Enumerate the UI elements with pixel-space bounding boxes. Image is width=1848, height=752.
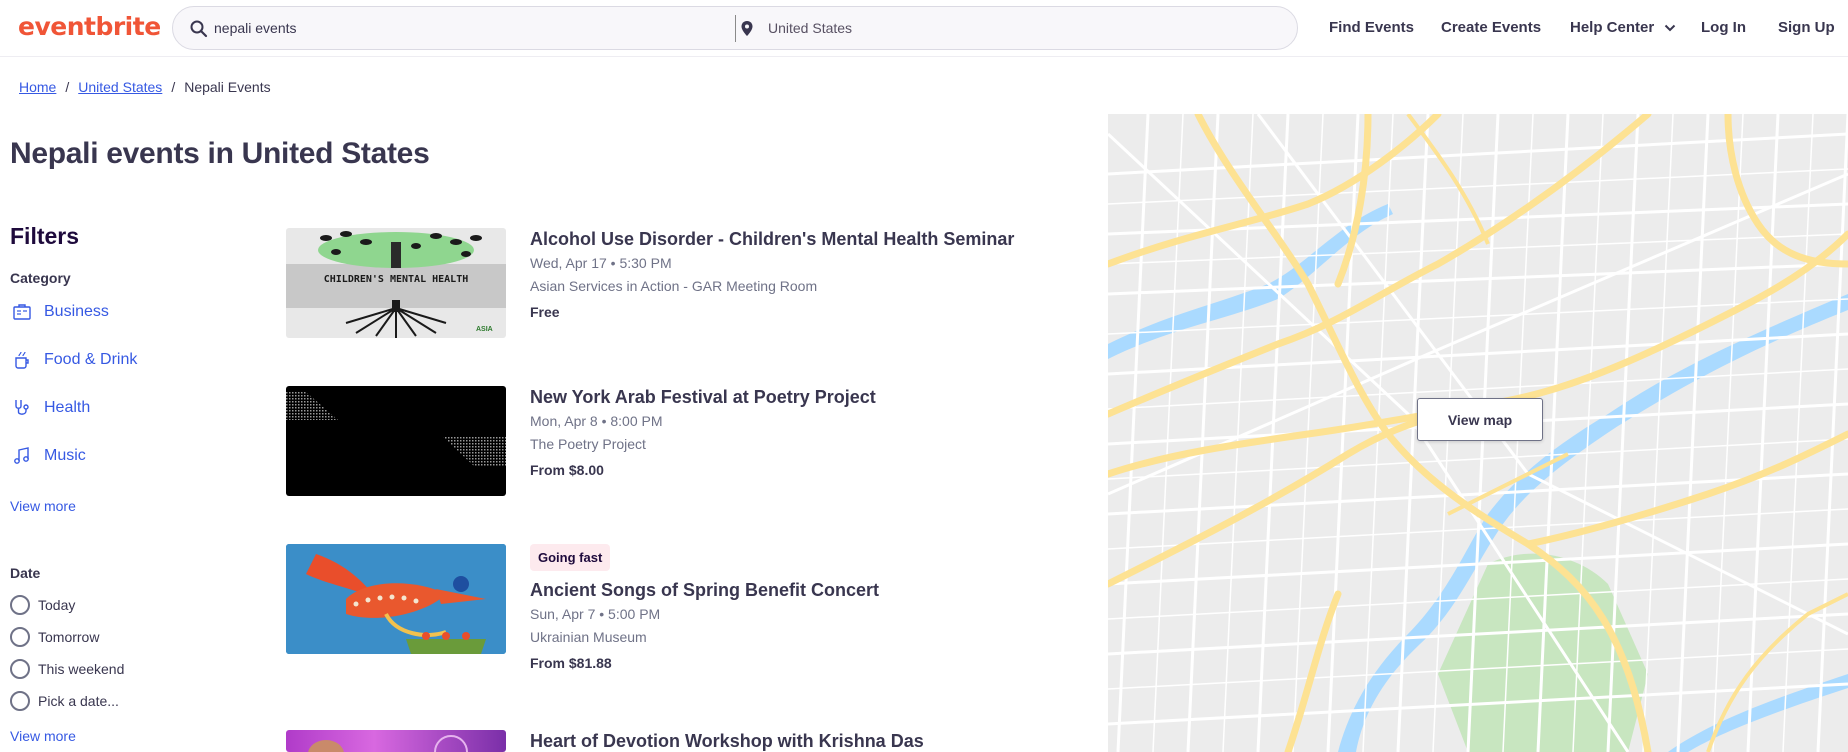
going-fast-badge: Going fast bbox=[530, 544, 611, 571]
event-date: Sun, Apr 7 • 5:00 PM bbox=[530, 606, 661, 622]
category-business[interactable]: Business bbox=[12, 300, 109, 324]
date-option-label: This weekend bbox=[38, 661, 125, 677]
category-label-business: Business bbox=[44, 303, 109, 320]
event-price: From $81.88 bbox=[530, 655, 612, 671]
nav-sign-up[interactable]: Sign Up bbox=[1778, 19, 1835, 36]
category-label-food-drink: Food & Drink bbox=[44, 351, 138, 368]
category-label: Category bbox=[10, 270, 71, 286]
event-title[interactable]: Ancient Songs of Spring Benefit Concert bbox=[530, 579, 1050, 601]
event-title[interactable]: Alcohol Use Disorder - Children's Mental… bbox=[530, 228, 1050, 250]
image-logo-text: ASIA bbox=[476, 326, 493, 333]
date-view-more-link[interactable]: View more bbox=[10, 728, 76, 744]
category-label-music: Music bbox=[44, 447, 86, 464]
date-option-weekend[interactable]: This weekend bbox=[10, 658, 124, 680]
event-image[interactable] bbox=[286, 730, 506, 752]
event-title[interactable]: Heart of Devotion Workshop with Krishna … bbox=[530, 730, 1050, 752]
filters-heading: Filters bbox=[10, 223, 80, 249]
breadcrumb-home[interactable]: Home bbox=[19, 79, 56, 95]
business-icon bbox=[13, 304, 31, 320]
location-input[interactable]: United States bbox=[768, 20, 852, 36]
event-image[interactable] bbox=[286, 544, 506, 654]
breadcrumb-country[interactable]: United States bbox=[78, 79, 162, 95]
event-price: Free bbox=[530, 304, 560, 320]
chevron-down-icon bbox=[1665, 24, 1676, 32]
category-music[interactable]: Music bbox=[12, 444, 86, 468]
category-label-health: Health bbox=[44, 399, 91, 416]
music-note-icon bbox=[14, 447, 29, 464]
top-header: eventbrite nepali events United States F… bbox=[0, 0, 1848, 57]
location-pin-icon bbox=[741, 21, 753, 36]
tree-illustration: CHILDREN'S MENTAL HEALTH ASIA bbox=[286, 231, 506, 338]
nav-log-in[interactable]: Log In bbox=[1701, 19, 1746, 36]
portrait-photo bbox=[308, 735, 468, 752]
folk-bird-painting bbox=[286, 544, 506, 654]
event-price: From $8.00 bbox=[530, 462, 604, 478]
date-option-today[interactable]: Today bbox=[10, 594, 75, 616]
event-info: New York Arab Festival at Poetry Project… bbox=[530, 386, 1050, 478]
search-divider bbox=[735, 15, 736, 42]
breadcrumb-separator: / bbox=[171, 79, 176, 95]
radio-button[interactable] bbox=[10, 627, 30, 647]
radio-button[interactable] bbox=[10, 691, 30, 711]
date-option-label: Today bbox=[38, 597, 76, 613]
event-venue: The Poetry Project bbox=[530, 436, 646, 452]
search-icon bbox=[190, 20, 208, 38]
breadcrumb-current: Nepali Events bbox=[184, 79, 271, 95]
nav-create-events[interactable]: Create Events bbox=[1441, 19, 1541, 36]
stethoscope-icon bbox=[15, 400, 29, 415]
image-title-text: CHILDREN'S MENTAL HEALTH bbox=[324, 274, 469, 285]
date-label: Date bbox=[10, 565, 41, 581]
category-view-more-link[interactable]: View more bbox=[10, 498, 76, 514]
radio-button[interactable] bbox=[10, 595, 30, 615]
event-image[interactable] bbox=[286, 386, 506, 496]
date-option-pick-date[interactable]: Pick a date... bbox=[10, 690, 119, 712]
date-option-label: Pick a date... bbox=[38, 693, 119, 709]
event-title[interactable]: New York Arab Festival at Poetry Project bbox=[530, 386, 1050, 408]
breadcrumb: Home / United States / Nepali Events bbox=[19, 79, 271, 95]
food-drink-icon bbox=[15, 351, 29, 369]
nav-find-events[interactable]: Find Events bbox=[1329, 19, 1414, 36]
event-info: Heart of Devotion Workshop with Krishna … bbox=[530, 730, 1050, 752]
nav-help-center[interactable]: Help Center bbox=[1570, 19, 1676, 36]
event-info: Going fast Ancient Songs of Spring Benef… bbox=[530, 544, 1050, 671]
abstract-pattern-image bbox=[286, 392, 506, 466]
radio-button[interactable] bbox=[10, 659, 30, 679]
view-map-button[interactable]: View map bbox=[1417, 398, 1543, 441]
event-image[interactable]: CHILDREN'S MENTAL HEALTH ASIA bbox=[286, 228, 506, 338]
breadcrumb-separator: / bbox=[65, 79, 70, 95]
date-option-tomorrow[interactable]: Tomorrow bbox=[10, 626, 99, 648]
page-title: Nepali events in United States bbox=[10, 137, 430, 170]
date-option-label: Tomorrow bbox=[38, 629, 100, 645]
nav-help-center-label: Help Center bbox=[1570, 19, 1655, 36]
event-date: Wed, Apr 17 • 5:30 PM bbox=[530, 255, 672, 271]
search-bar[interactable]: nepali events United States bbox=[172, 6, 1298, 50]
search-input[interactable]: nepali events bbox=[214, 20, 297, 36]
event-info: Alcohol Use Disorder - Children's Mental… bbox=[530, 228, 1050, 320]
event-date: Mon, Apr 8 • 8:00 PM bbox=[530, 413, 663, 429]
event-venue: Ukrainian Museum bbox=[530, 629, 647, 645]
category-health[interactable]: Health bbox=[12, 396, 90, 420]
eventbrite-logo[interactable]: eventbrite bbox=[18, 12, 161, 41]
event-venue: Asian Services in Action - GAR Meeting R… bbox=[530, 278, 818, 294]
category-food-drink[interactable]: Food & Drink bbox=[12, 348, 137, 372]
